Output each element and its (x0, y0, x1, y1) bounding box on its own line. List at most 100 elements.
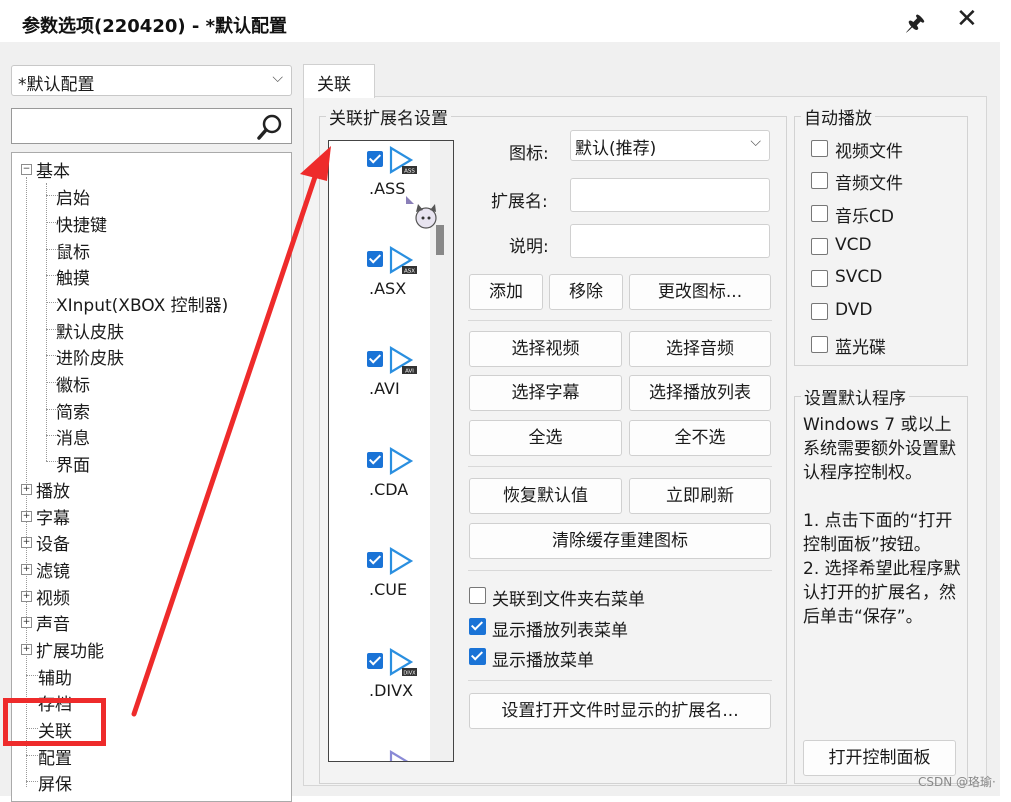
pin-icon[interactable]: 🖈 (905, 6, 925, 44)
select-all-button[interactable]: 全选 (469, 420, 622, 456)
profile-select[interactable]: *默认配置 ⌵ (11, 65, 292, 96)
collapse-icon[interactable]: − (21, 164, 32, 175)
instruction-text: Windows 7 或以上系统需要额外设置默认程序控制权。 (803, 415, 956, 483)
autoplay-dvd-checkbox[interactable] (811, 303, 828, 320)
watermark: CSDN @珞瑜· (918, 775, 996, 789)
extension-checkbox[interactable] (367, 452, 383, 468)
autoplay-vcd-label: VCD (835, 235, 872, 255)
folder-menu-label: 关联到文件夹右菜单 (492, 590, 645, 610)
tree-connector (26, 177, 27, 787)
tree-item-start[interactable]: 启始 (56, 184, 90, 209)
select-video-button[interactable]: 选择视频 (469, 331, 622, 367)
change-icon-button[interactable]: 更改图标... (629, 274, 771, 310)
expand-icon[interactable]: + (21, 644, 32, 655)
expand-icon[interactable]: + (21, 617, 32, 628)
select-none-button[interactable]: 全不选 (629, 420, 771, 456)
close-icon[interactable]: ✕ (956, 4, 978, 34)
tree-item-index[interactable]: 简索 (56, 398, 90, 423)
autoplay-audio-label: 音频文件 (835, 174, 903, 194)
tree-item-assist[interactable]: 辅助 (38, 664, 72, 689)
extension-name: .CDA (369, 480, 409, 499)
set-open-extensions-button[interactable]: 设置打开文件时显示的扩展名... (469, 693, 771, 729)
tree-item-advanced-skin[interactable]: 进阶皮肤 (56, 344, 124, 369)
autoplay-audio-checkbox[interactable] (811, 172, 828, 189)
extension-checkbox[interactable] (367, 552, 383, 568)
tree-item-shortcuts[interactable]: 快捷键 (56, 211, 107, 236)
select-subtitle-button[interactable]: 选择字幕 (469, 375, 622, 411)
select-playlist-button[interactable]: 选择播放列表 (629, 375, 771, 411)
tree-connector (26, 781, 38, 782)
tree-item-subtitles[interactable]: 字幕 (36, 504, 70, 529)
tree-item-default-skin[interactable]: 默认皮肤 (56, 318, 124, 343)
instruction-step-1: 1. 点击下面的“打开控制面板”按钮。 (803, 511, 953, 555)
autoplay-music-cd-checkbox[interactable] (811, 205, 828, 222)
extension-checkbox[interactable] (367, 251, 383, 267)
tree-connector (26, 675, 38, 676)
profile-select-value: *默认配置 (18, 75, 95, 95)
play-file-icon: ASX (389, 246, 417, 275)
extension-field[interactable] (570, 178, 770, 212)
tree-item-audio[interactable]: 声音 (36, 610, 70, 635)
autoplay-svcd-checkbox[interactable] (811, 270, 828, 287)
extension-checkbox[interactable] (367, 151, 383, 167)
expand-icon[interactable]: + (21, 537, 32, 548)
tree-item-video[interactable]: 视频 (36, 584, 70, 609)
extension-checkbox[interactable] (367, 653, 383, 669)
extension-checkbox[interactable] (367, 351, 383, 367)
tree-item-messages[interactable]: 消息 (56, 424, 90, 449)
playlist-menu-label: 显示播放列表菜单 (492, 621, 628, 641)
autoplay-bluray-label: 蓝光碟 (835, 338, 886, 358)
default-program-group-label: 设置默认程序 (801, 384, 909, 409)
search-icon[interactable] (255, 112, 285, 142)
playlist-menu-checkbox[interactable] (469, 618, 486, 635)
tree-connector (26, 755, 38, 756)
autoplay-music-cd-label: 音乐CD (835, 207, 894, 227)
select-audio-button[interactable]: 选择音频 (629, 331, 771, 367)
folder-menu-checkbox[interactable] (469, 587, 486, 604)
icon-select-value: 默认(推荐) (575, 139, 657, 159)
clear-cache-button[interactable]: 清除缓存重建图标 (469, 523, 771, 559)
icon-select[interactable]: 默认(推荐) ⌵ (570, 130, 770, 161)
search-input[interactable] (11, 108, 292, 144)
tree-item-interface[interactable]: 界面 (56, 451, 90, 476)
open-control-panel-button[interactable]: 打开控制面板 (803, 740, 956, 776)
tree-item-logo[interactable]: 徽标 (56, 371, 90, 396)
add-button[interactable]: 添加 (469, 274, 543, 310)
tab-label: 关联 (317, 75, 351, 95)
tree-item-playback[interactable]: 播放 (36, 477, 70, 502)
autoplay-dvd-label: DVD (835, 300, 873, 320)
play-menu-checkbox[interactable] (469, 648, 486, 665)
tree-item-mouse[interactable]: 鼠标 (56, 238, 90, 263)
chevron-down-icon: ⌵ (272, 70, 283, 86)
autoplay-bluray-checkbox[interactable] (811, 336, 828, 353)
expand-icon[interactable]: + (21, 511, 32, 522)
play-menu-label: 显示播放菜单 (492, 651, 594, 671)
mascot-icon (406, 196, 437, 229)
expand-icon[interactable]: + (21, 591, 32, 602)
tab-association[interactable]: 关联 (303, 64, 375, 98)
refresh-now-button[interactable]: 立即刷新 (629, 478, 771, 514)
tree-item-devices[interactable]: 设备 (36, 530, 70, 555)
remove-button[interactable]: 移除 (549, 274, 623, 310)
restore-default-button[interactable]: 恢复默认值 (469, 478, 622, 514)
tree-item-config[interactable]: 配置 (38, 744, 72, 769)
tree-item-xinput[interactable]: XInput(XBOX 控制器) (56, 291, 228, 316)
tree-item-basic[interactable]: 基本 (36, 157, 70, 182)
play-icon (389, 447, 414, 475)
play-file-icon: DIVX (389, 648, 417, 677)
extension-badge: ASS (404, 169, 415, 175)
extension-badge: ASX (404, 269, 415, 275)
expand-icon[interactable]: + (21, 564, 32, 575)
extension-badge: AVI (405, 369, 414, 375)
divider (468, 680, 772, 681)
expand-icon[interactable]: + (21, 484, 32, 495)
tree-item-filters[interactable]: 滤镜 (36, 557, 70, 582)
tree-item-extensions[interactable]: 扩展功能 (36, 637, 104, 662)
tree-item-screensaver[interactable]: 屏保 (38, 770, 72, 795)
play-icon (389, 750, 409, 761)
autoplay-vcd-checkbox[interactable] (811, 238, 828, 255)
tree-item-touch[interactable]: 触摸 (56, 264, 90, 289)
description-label: 说明: (509, 237, 549, 257)
autoplay-video-checkbox[interactable] (811, 140, 828, 157)
description-field[interactable] (570, 224, 770, 258)
